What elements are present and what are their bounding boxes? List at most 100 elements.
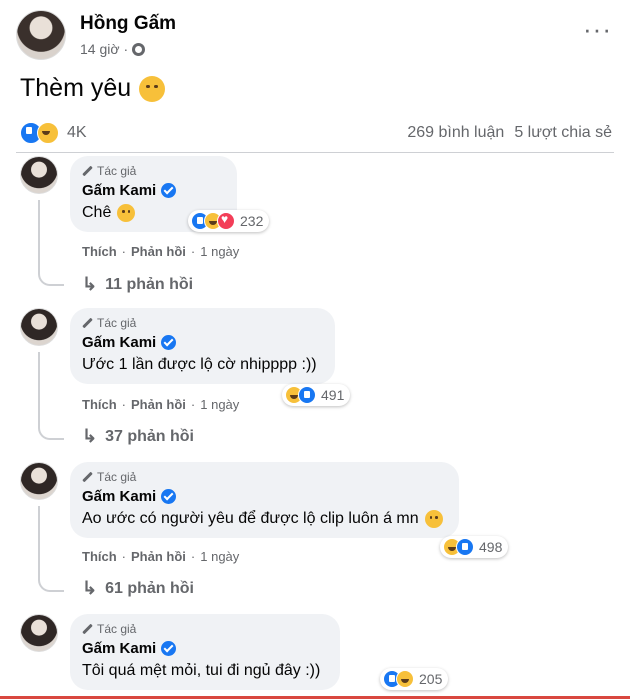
view-replies[interactable]: ↳ 61 phản hồi [82, 578, 194, 599]
comment-reaction-count: 491 [321, 387, 345, 403]
globe-icon[interactable] [132, 42, 146, 56]
replies-count: 61 phản hồi [105, 579, 194, 597]
like-action[interactable]: Thích [82, 549, 117, 564]
like-action[interactable]: Thích [82, 244, 117, 259]
comment-time[interactable]: 1 ngày [200, 397, 239, 412]
commenter-name[interactable]: Gấm Kami [82, 640, 156, 657]
comment: Tác giả Gấm Kami Ao ước có người yêu để … [20, 462, 620, 602]
share-count[interactable]: 5 lượt chia sẻ [514, 124, 612, 142]
comment-text: Ao ước có người yêu để được lộ clip luôn… [82, 510, 419, 527]
comment-actions: Thích · Phản hồi · 1 ngày [82, 397, 239, 412]
separator-dot: · [123, 41, 129, 57]
unamused-face-emoji-icon [117, 204, 136, 222]
author-badge: Tác giả [82, 622, 328, 636]
reply-arrow-icon: ↳ [82, 426, 98, 446]
comment-actions: Thích · Phản hồi · 1 ngày [82, 244, 239, 259]
thread-curve [38, 420, 64, 440]
comment-reaction-count: 205 [419, 671, 443, 687]
comment: Tác giả Gấm Kami Tôi quá mệt mỏi, tui đi… [20, 614, 620, 699]
author-avatar[interactable] [16, 10, 66, 60]
reply-action[interactable]: Phản hồi [131, 244, 186, 259]
comment-reactions[interactable]: 232 [188, 210, 270, 232]
author-badge-label: Tác giả [97, 316, 137, 330]
like-action[interactable]: Thích [82, 397, 117, 412]
comment-reactions[interactable]: 491 [282, 384, 351, 406]
comment-bubble: Tác giả Gấm Kami Ước 1 lần được lộ cờ nh… [70, 308, 335, 384]
reply-arrow-icon: ↳ [82, 274, 98, 294]
separator-dot: · [190, 244, 196, 259]
comment-text: Chê [82, 204, 112, 221]
separator-dot: · [121, 244, 127, 259]
comment-bubble: Tác giả Gấm Kami Ao ước có người yêu để … [70, 462, 459, 538]
pen-icon [82, 624, 93, 635]
comment: Tác giả Gấm Kami Ước 1 lần được lộ cờ nh… [20, 308, 620, 450]
pen-icon [82, 318, 93, 329]
commenter-name[interactable]: Gấm Kami [82, 334, 156, 351]
post-time[interactable]: 14 giờ [80, 41, 120, 57]
more-options-icon[interactable]: ··· [583, 16, 612, 42]
comment-time[interactable]: 1 ngày [200, 244, 239, 259]
post-subline: 14 giờ · [80, 41, 176, 57]
view-replies[interactable]: ↳ 11 phản hồi [82, 274, 193, 295]
pleading-face-emoji-icon [139, 75, 166, 102]
comment-text-row: Ao ước có người yêu để được lộ clip luôn… [82, 510, 447, 528]
comment-text-row: Tôi quá mệt mỏi, tui đi ngủ đây :)) [82, 662, 328, 680]
haha-reaction-icon [396, 670, 414, 688]
post-text: Thèm yêu [20, 74, 166, 103]
author-badge: Tác giả [82, 316, 323, 330]
engagement-counts: 269 bình luận 5 lượt chia sẻ [407, 124, 612, 142]
author-badge: Tác giả [82, 164, 225, 178]
like-reaction-icon [298, 386, 316, 404]
replies-count: 37 phản hồi [105, 427, 194, 445]
comment-reactions[interactable]: 498 [440, 536, 509, 558]
thread-line [38, 352, 40, 422]
comment: Tác giả Gấm Kami Chê 232 Thích · Phản hồ… [20, 156, 620, 296]
reaction-summary[interactable]: 4K [20, 122, 87, 144]
reply-action[interactable]: Phản hồi [131, 549, 186, 564]
commenter-avatar[interactable] [20, 308, 58, 346]
author-badge: Tác giả [82, 470, 447, 484]
author-badge-label: Tác giả [97, 470, 137, 484]
commenter-avatar[interactable] [20, 156, 58, 194]
commenter-name[interactable]: Gấm Kami [82, 182, 156, 199]
reply-arrow-icon: ↳ [82, 578, 98, 598]
commenter-name-row: Gấm Kami [82, 182, 225, 199]
verified-icon [161, 335, 177, 350]
separator-dot: · [121, 549, 127, 564]
thread-curve [38, 266, 64, 286]
comment-reactions[interactable]: 205 [380, 668, 449, 690]
post-author-name[interactable]: Hồng Gấm [80, 13, 176, 35]
author-badge-label: Tác giả [97, 164, 137, 178]
post-stats: 4K 269 bình luận 5 lượt chia sẻ [20, 122, 612, 144]
thread-curve [38, 572, 64, 592]
pleading-face-emoji-icon [424, 510, 443, 528]
commenter-name-row: Gấm Kami [82, 640, 328, 657]
commenter-name-row: Gấm Kami [82, 488, 447, 505]
comment-reaction-count: 498 [479, 539, 503, 555]
verified-icon [161, 641, 177, 656]
comment-text: Tôi quá mệt mỏi, tui đi ngủ đây :)) [82, 662, 321, 679]
separator-dot: · [190, 549, 196, 564]
commenter-avatar[interactable] [20, 614, 58, 652]
comment-time[interactable]: 1 ngày [200, 549, 239, 564]
view-replies[interactable]: ↳ 37 phản hồi [82, 426, 194, 447]
comment-actions: Thích · Phản hồi · 1 ngày [82, 549, 239, 564]
commenter-avatar[interactable] [20, 462, 58, 500]
comment-count[interactable]: 269 bình luận [407, 124, 504, 142]
like-reaction-icon [456, 538, 474, 556]
divider [16, 152, 614, 153]
post-text-content: Thèm yêu [20, 74, 132, 102]
reply-action[interactable]: Phản hồi [131, 397, 186, 412]
author-badge-label: Tác giả [97, 622, 137, 636]
separator-dot: · [121, 397, 127, 412]
pen-icon [82, 472, 93, 483]
commenter-name[interactable]: Gấm Kami [82, 488, 156, 505]
verified-icon [161, 489, 177, 504]
comment-text: Ước 1 lần được lộ cờ nhipppp :)) [82, 356, 317, 373]
comment-text-row: Ước 1 lần được lộ cờ nhipppp :)) [82, 356, 323, 374]
thread-line [38, 200, 40, 268]
haha-reaction-icon [37, 122, 59, 144]
love-reaction-icon [217, 212, 235, 230]
pen-icon [82, 166, 93, 177]
verified-icon [161, 183, 177, 198]
